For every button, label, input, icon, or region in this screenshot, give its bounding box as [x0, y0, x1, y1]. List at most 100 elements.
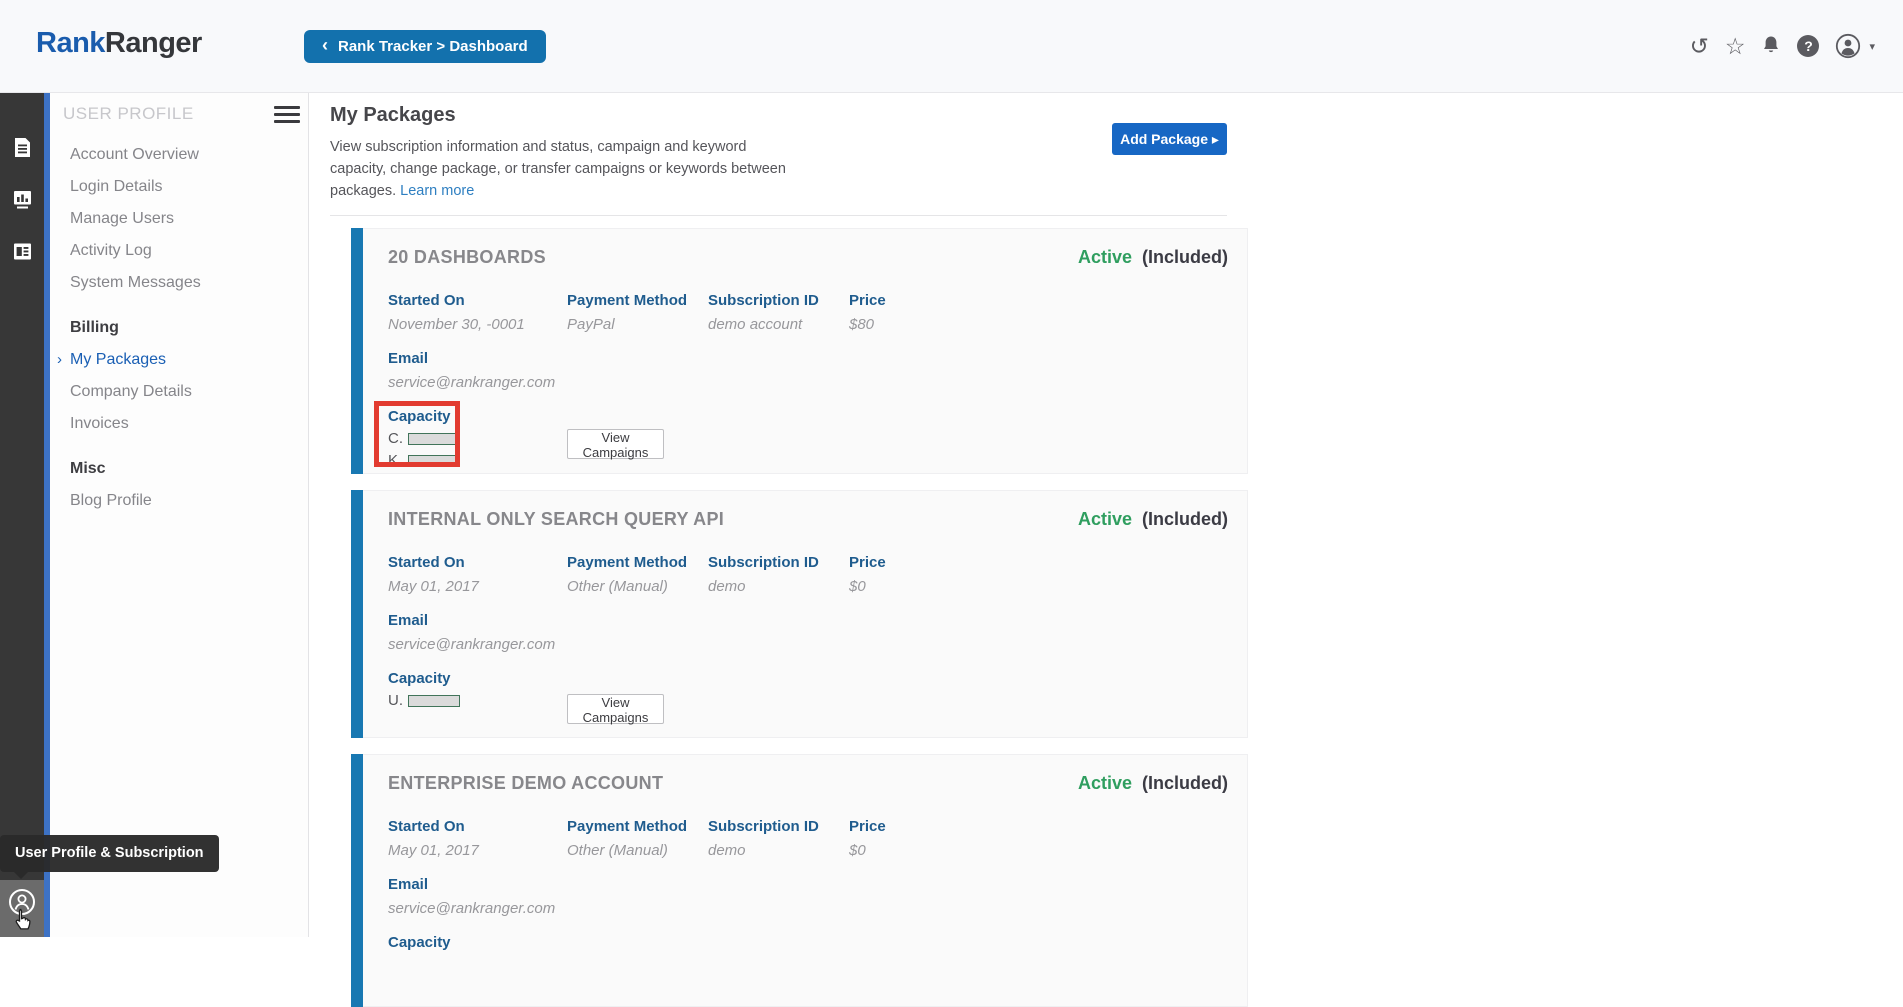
view-campaigns-button[interactable]: View Campaigns	[567, 429, 664, 459]
rank-tracker-dashboard-button[interactable]: ‹ Rank Tracker > Dashboard	[304, 30, 546, 63]
package-status: Active (Included)	[1078, 773, 1228, 794]
sidebar-item-blog-profile[interactable]: Blog Profile	[50, 485, 308, 517]
package-fields-row: Started On May 01, 2017 Payment Method O…	[388, 818, 1228, 859]
sidebar-item-company-details[interactable]: Company Details	[50, 376, 308, 408]
user-profile-sidebar: USER PROFILE Account Overview Login Deta…	[50, 93, 309, 937]
package-name: 20 DASHBOARDS	[388, 247, 546, 268]
price-value: $0	[849, 578, 969, 595]
package-status: Active (Included)	[1078, 509, 1228, 530]
payment-method-label: Payment Method	[567, 554, 708, 571]
capacity-bar-campaigns: C.	[388, 430, 1228, 447]
price-value: $80	[849, 316, 969, 333]
payment-method-label: Payment Method	[567, 292, 708, 309]
email-label: Email	[388, 612, 1228, 629]
package-name: INTERNAL ONLY SEARCH QUERY API	[388, 509, 724, 530]
email-block: Email service@rankranger.com	[388, 876, 1228, 917]
history-icon[interactable]: ↺	[1690, 35, 1709, 58]
started-on-label: Started On	[388, 554, 567, 571]
email-block: Email service@rankranger.com	[388, 350, 1228, 391]
bell-icon[interactable]	[1761, 35, 1781, 57]
star-icon[interactable]: ☆	[1725, 35, 1746, 58]
payment-method-label: Payment Method	[567, 818, 708, 835]
price-label: Price	[849, 818, 969, 835]
sidebar-menu: Account Overview Login Details Manage Us…	[50, 139, 308, 517]
account-avatar-icon[interactable]	[1835, 33, 1861, 59]
package-card-enterprise-demo-account: ENTERPRISE DEMO ACCOUNT Active (Included…	[351, 754, 1248, 1007]
logo-ranger: Ranger	[105, 27, 202, 59]
view-campaigns-button[interactable]: View Campaigns	[567, 694, 664, 724]
started-on-value: May 01, 2017	[388, 842, 567, 859]
reports-layout-icon[interactable]	[0, 225, 44, 277]
email-label: Email	[388, 350, 1228, 367]
capacity-bar-keywords: K.	[388, 452, 1228, 469]
help-icon[interactable]: ?	[1797, 35, 1819, 57]
started-on-value: November 30, -0001	[388, 316, 567, 333]
email-value: service@rankranger.com	[388, 374, 1228, 391]
capacity-block: Capacity C. K.	[388, 408, 1228, 469]
nav-button-label: Rank Tracker > Dashboard	[338, 38, 528, 55]
user-profile-rail-button[interactable]	[0, 880, 44, 937]
rail-divider-line	[44, 93, 50, 937]
rail-tooltip-arrow	[13, 871, 29, 887]
package-name: ENTERPRISE DEMO ACCOUNT	[388, 773, 663, 794]
subscription-id-value: demo account	[708, 316, 849, 333]
sidebar-collapse-icon[interactable]	[274, 106, 300, 124]
email-label: Email	[388, 876, 1228, 893]
price-value: $0	[849, 842, 969, 859]
sidebar-item-system-messages[interactable]: System Messages	[50, 267, 308, 299]
package-accent-stripe	[351, 490, 363, 738]
sidebar-title: USER PROFILE	[63, 104, 194, 124]
status-active: Active	[1078, 509, 1132, 529]
sidebar-heading-billing: Billing	[50, 312, 308, 344]
status-note: (Included)	[1142, 509, 1228, 529]
mouse-cursor-hand	[10, 908, 35, 940]
top-bar: RankRanger ‹ Rank Tracker > Dashboard ↺ …	[0, 0, 1903, 93]
payment-method-value: Other (Manual)	[567, 842, 708, 859]
sidebar-item-my-packages[interactable]: › My Packages	[50, 344, 308, 376]
sidebar-item-invoices[interactable]: Invoices	[50, 408, 308, 440]
status-note: (Included)	[1142, 247, 1228, 267]
email-value: service@rankranger.com	[388, 900, 1228, 917]
learn-more-link[interactable]: Learn more	[400, 183, 474, 199]
header-divider	[330, 215, 1227, 216]
package-fields-row: Started On November 30, -0001 Payment Me…	[388, 292, 1228, 333]
subscription-id-label: Subscription ID	[708, 818, 849, 835]
price-label: Price	[849, 292, 969, 309]
page-title: My Packages	[330, 93, 1903, 127]
package-accent-stripe	[351, 754, 363, 1007]
status-active: Active	[1078, 773, 1132, 793]
topbar-icon-group: ↺ ☆ ? ▾	[1690, 30, 1875, 62]
sidebar-item-manage-users[interactable]: Manage Users	[50, 203, 308, 235]
capacity-label: Capacity	[388, 670, 1228, 687]
email-block: Email service@rankranger.com	[388, 612, 1228, 653]
add-package-button[interactable]: Add Package ▸	[1112, 123, 1227, 155]
sidebar-item-account-overview[interactable]: Account Overview	[50, 139, 308, 171]
status-active: Active	[1078, 247, 1132, 267]
sidebar-item-login-details[interactable]: Login Details	[50, 171, 308, 203]
package-status: Active (Included)	[1078, 247, 1228, 268]
capacity-block: Capacity U.	[388, 670, 1228, 709]
main-content: Add Package ▸ My Packages View subscript…	[309, 93, 1903, 937]
started-on-label: Started On	[388, 292, 567, 309]
subscription-id-value: demo	[708, 842, 849, 859]
back-chevron-icon: ‹	[322, 35, 328, 56]
rail-tooltip: User Profile & Subscription	[0, 835, 219, 872]
rankranger-logo[interactable]: RankRanger	[36, 27, 202, 60]
started-on-label: Started On	[388, 818, 567, 835]
campaigns-file-icon[interactable]	[0, 121, 44, 173]
capacity-bar-units: U.	[388, 692, 1228, 709]
account-caret-icon[interactable]: ▾	[1869, 40, 1875, 53]
status-note: (Included)	[1142, 773, 1228, 793]
package-card-internal-search-query-api: INTERNAL ONLY SEARCH QUERY API Active (I…	[351, 490, 1248, 738]
package-accent-stripe	[351, 228, 363, 474]
price-label: Price	[849, 554, 969, 571]
bar-chart-icon[interactable]	[0, 173, 44, 225]
app-icon-rail	[0, 93, 44, 937]
package-fields-row: Started On May 01, 2017 Payment Method O…	[388, 554, 1228, 595]
payment-method-value: Other (Manual)	[567, 578, 708, 595]
package-card-20-dashboards: 20 DASHBOARDS Active (Included) Started …	[351, 228, 1248, 474]
payment-method-value: PayPal	[567, 316, 708, 333]
started-on-value: May 01, 2017	[388, 578, 567, 595]
rail-icon-stack	[0, 121, 44, 277]
sidebar-item-activity-log[interactable]: Activity Log	[50, 235, 308, 267]
